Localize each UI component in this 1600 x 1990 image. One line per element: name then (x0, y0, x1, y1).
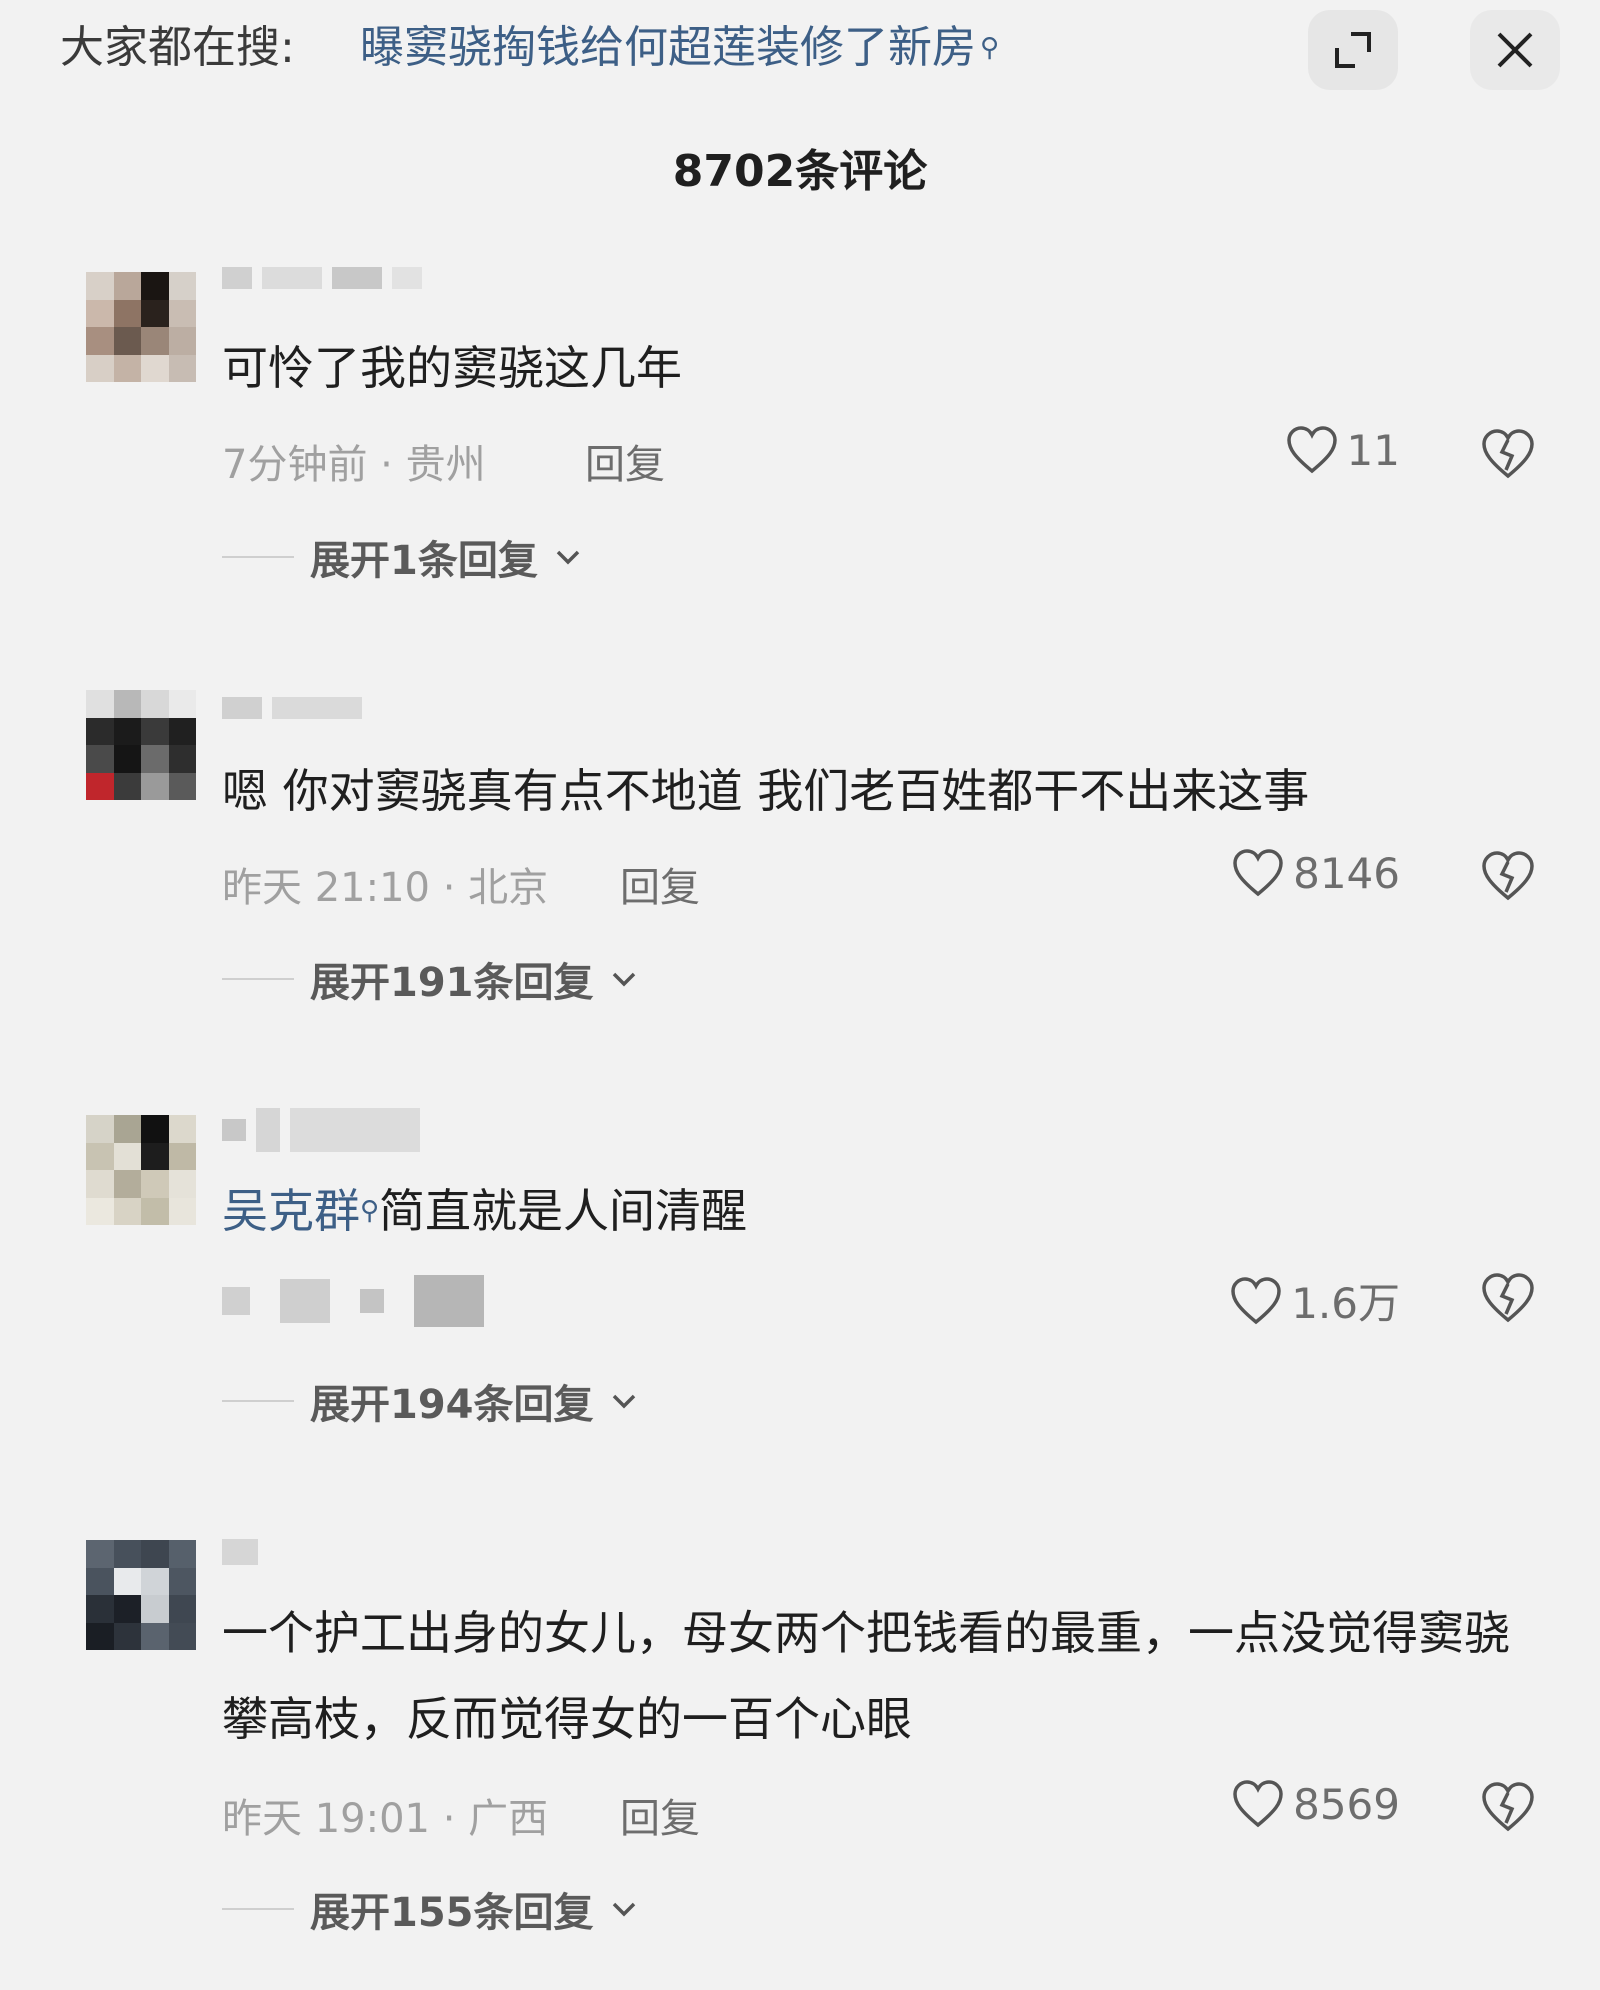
heart-icon (1233, 849, 1283, 897)
expand-replies-button[interactable]: 展开155条回复 (222, 1880, 638, 1938)
expand-replies-label: 展开155条回复 (310, 1890, 594, 1936)
comment-meta-blurred (222, 1275, 484, 1327)
top-bar: 大家都在搜: 曝窦骁掏钱给何超莲装修了新房 ⚲ (0, 0, 1600, 100)
close-button[interactable] (1470, 10, 1560, 90)
comment-text: 一个护工出身的女儿，母女两个把钱看的最重，一点没觉得窦骁攀高枝，反而觉得女的一百… (222, 1606, 1510, 1746)
username-blurred[interactable] (222, 1108, 420, 1152)
expand-replies-button[interactable]: 展开191条回复 (222, 950, 638, 1008)
comment-text: 嗯 你对窦骁真有点不地道 我们老百姓都干不出来这事 (222, 764, 1310, 818)
expand-icon (1335, 32, 1371, 68)
broken-heart-icon (1482, 1273, 1534, 1323)
chevron-down-icon (556, 550, 580, 565)
comment-text: 可怜了我的窦骁这几年 (222, 341, 682, 395)
divider (222, 978, 294, 980)
avatar[interactable] (86, 1115, 196, 1225)
chevron-down-icon (612, 1394, 635, 1409)
broken-heart-icon (1482, 429, 1534, 479)
reply-button[interactable]: 回复 (620, 1786, 700, 1844)
reply-button[interactable]: 回复 (585, 432, 665, 490)
heart-icon (1286, 426, 1337, 474)
like-button[interactable]: 8569 (1231, 1779, 1400, 1829)
heart-icon (1233, 1780, 1283, 1828)
divider (222, 556, 294, 558)
expand-replies-label: 展开1条回复 (310, 538, 538, 584)
dislike-button[interactable] (1480, 428, 1536, 484)
comment-body: 简直就是人间清醒 (379, 1184, 748, 1238)
trending-search-label: 大家都在搜: (60, 22, 295, 73)
like-count: 1.6万 (1291, 1279, 1400, 1328)
dislike-button[interactable] (1480, 1781, 1536, 1837)
expand-replies-label: 展开191条回复 (310, 960, 594, 1006)
like-button[interactable]: 8146 (1231, 848, 1400, 898)
comment-meta: 7分钟前 · 贵州 (222, 442, 486, 488)
comment-meta: 昨天 19:01 · 广西 (222, 1796, 549, 1842)
divider (222, 1908, 294, 1910)
expand-button[interactable] (1308, 10, 1398, 90)
like-count: 11 (1346, 425, 1400, 475)
trending-search-link[interactable]: 曝窦骁掏钱给何超莲装修了新房 ⚲ (360, 20, 999, 76)
comment-text: 吴克群⚲简直就是人间清醒 (222, 1168, 1522, 1254)
mention-link[interactable]: 吴克群⚲ (222, 1184, 379, 1238)
expand-replies-button[interactable]: 展开194条回复 (222, 1372, 638, 1430)
like-count: 8569 (1293, 1779, 1400, 1829)
trending-search-query: 曝窦骁掏钱给何超莲装修了新房 (360, 22, 976, 73)
chevron-down-icon (612, 972, 635, 987)
like-button[interactable]: 1.6万 (1229, 1270, 1400, 1331)
mention-name: 吴克群 (222, 1184, 360, 1238)
dislike-button[interactable] (1480, 1272, 1536, 1328)
comment-meta: 昨天 21:10 · 北京 (222, 865, 549, 911)
comment-count: 8702条评论 (672, 146, 928, 197)
username-blurred[interactable] (222, 258, 422, 298)
heart-icon (1231, 1276, 1281, 1324)
broken-heart-icon (1482, 851, 1534, 901)
avatar[interactable] (86, 690, 196, 800)
chevron-down-icon (612, 1902, 635, 1917)
like-count: 8146 (1293, 848, 1400, 898)
broken-heart-icon (1482, 1782, 1534, 1832)
expand-replies-button[interactable]: 展开1条回复 (222, 528, 582, 586)
expand-replies-label: 展开194条回复 (310, 1382, 594, 1428)
dislike-button[interactable] (1480, 850, 1536, 906)
avatar[interactable] (86, 1540, 196, 1650)
username-blurred[interactable] (222, 1532, 258, 1572)
avatar[interactable] (86, 272, 196, 382)
search-icon: ⚲ (980, 33, 1000, 63)
close-icon (1497, 32, 1533, 68)
like-button[interactable]: 11 (1285, 425, 1400, 475)
reply-button[interactable]: 回复 (620, 855, 700, 913)
username-blurred[interactable] (222, 688, 362, 728)
search-icon: ⚲ (360, 1196, 380, 1226)
divider (222, 1400, 294, 1402)
